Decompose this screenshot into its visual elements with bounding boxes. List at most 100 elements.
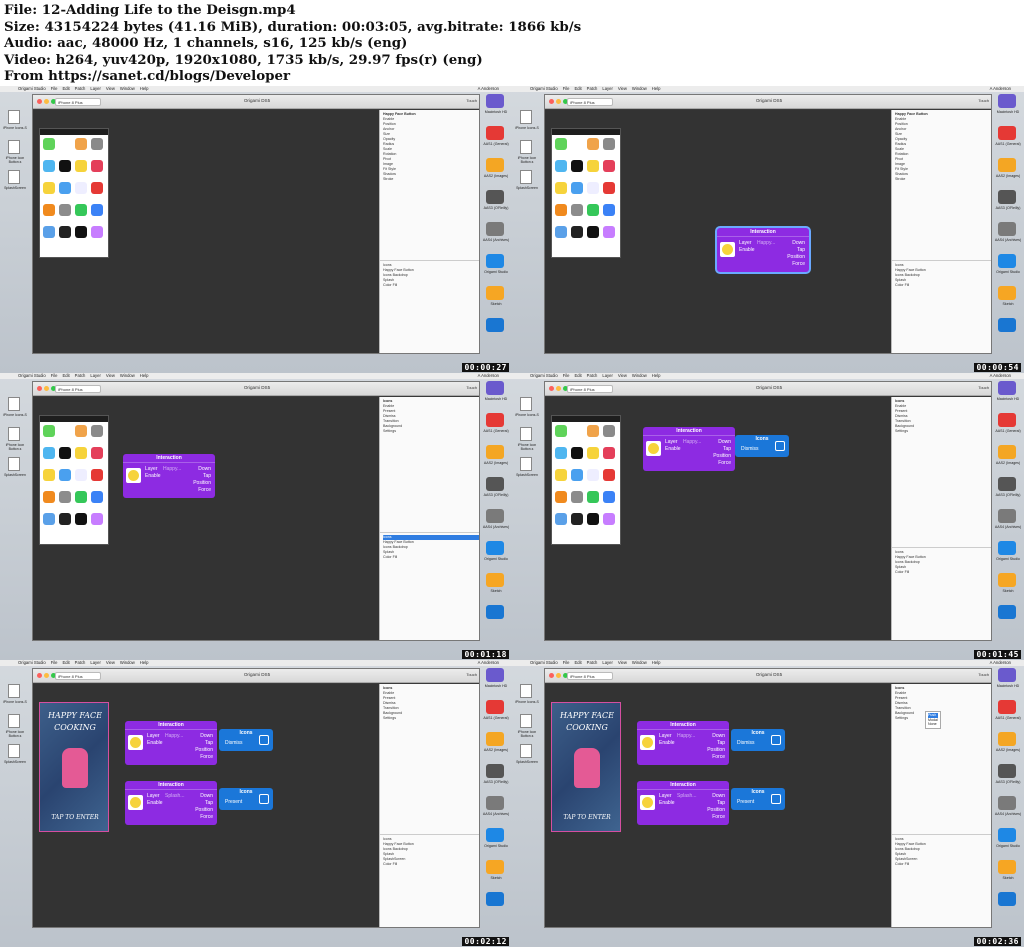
menu-item[interactable]: Layer	[90, 373, 100, 378]
layer-row[interactable]: Color Fill	[895, 570, 991, 575]
app-icon[interactable]	[59, 138, 71, 150]
menu-item[interactable]: Window	[120, 86, 135, 91]
app-icon[interactable]	[75, 469, 87, 481]
app-icon[interactable]	[75, 160, 87, 172]
dock-icon[interactable]	[998, 509, 1016, 523]
settings-section[interactable]: Settings	[383, 429, 478, 434]
menu-item[interactable]: Help	[652, 660, 661, 665]
patch-canvas[interactable]: Interaction Layer Happy... Enable Down Tap Pos…	[545, 397, 891, 640]
app-icon[interactable]	[59, 491, 71, 503]
app-icon[interactable]	[91, 160, 103, 172]
app-icon[interactable]	[43, 182, 55, 194]
menu-item[interactable]: Edit	[62, 86, 69, 91]
app-icon[interactable]	[555, 226, 567, 238]
app-icon[interactable]	[571, 138, 583, 150]
file-icon[interactable]	[8, 684, 20, 698]
dock-icon[interactable]	[486, 318, 504, 332]
dock-icon[interactable]	[998, 860, 1016, 874]
menu-item[interactable]: Help	[140, 373, 149, 378]
dock-icon[interactable]	[998, 573, 1016, 587]
patch-canvas[interactable]: Interaction Layer Happy... Enable Down Tap Pos…	[33, 397, 379, 640]
app-icon[interactable]	[571, 491, 583, 503]
menu-item[interactable]: File	[563, 660, 570, 665]
settings-section[interactable]: Settings	[895, 429, 990, 434]
app-icon[interactable]	[587, 182, 599, 194]
app-icon[interactable]	[571, 160, 583, 172]
dock-icon[interactable]	[486, 605, 504, 619]
app-icon[interactable]	[43, 425, 55, 437]
dock-icon[interactable]	[998, 668, 1016, 682]
layer-row[interactable]: Color Fill	[895, 862, 991, 867]
app-icon[interactable]	[43, 513, 55, 525]
app-icon[interactable]	[75, 226, 87, 238]
dock-icon[interactable]	[998, 254, 1016, 268]
app-icon[interactable]	[555, 160, 567, 172]
transition-menu[interactable]: Push Modal None	[925, 711, 941, 729]
dock-icon[interactable]	[998, 541, 1016, 555]
app-icon[interactable]	[59, 513, 71, 525]
dock-icon[interactable]	[998, 700, 1016, 714]
file-icon[interactable]	[8, 397, 20, 411]
app-icon[interactable]	[91, 513, 103, 525]
dock-icon[interactable]	[998, 318, 1016, 332]
menu-item[interactable]: Window	[632, 373, 647, 378]
menu-option[interactable]: None	[928, 722, 938, 727]
dock-icon[interactable]	[486, 445, 504, 459]
app-icon[interactable]	[59, 447, 71, 459]
menu-item[interactable]: Patch	[587, 86, 598, 91]
icons-patch[interactable]: Icons Present	[219, 788, 273, 810]
app-icon[interactable]	[555, 447, 567, 459]
app-menu[interactable]: Origami Studio	[18, 660, 46, 665]
menu-item[interactable]: Layer	[90, 86, 100, 91]
file-icon[interactable]	[8, 110, 20, 124]
app-icon[interactable]	[571, 513, 583, 525]
app-icon[interactable]	[571, 182, 583, 194]
dock-icon[interactable]	[486, 254, 504, 268]
dock-icon[interactable]	[998, 286, 1016, 300]
menu-item[interactable]: Edit	[574, 373, 581, 378]
app-icon[interactable]	[75, 138, 87, 150]
app-icon[interactable]	[75, 513, 87, 525]
device-preview[interactable]	[39, 415, 109, 545]
device-preview[interactable]	[551, 128, 621, 258]
app-icon[interactable]	[75, 425, 87, 437]
menu-item[interactable]: Window	[120, 373, 135, 378]
interaction-patch[interactable]: Interaction Layer Happy... Enable Down Tap Pos…	[717, 228, 809, 272]
dock-icon[interactable]	[486, 509, 504, 523]
app-icon[interactable]	[91, 226, 103, 238]
touch-toggle[interactable]: Touch	[466, 385, 477, 390]
app-icon[interactable]	[603, 226, 615, 238]
app-icon[interactable]	[587, 469, 599, 481]
menu-item[interactable]: Layer	[602, 86, 612, 91]
app-icon[interactable]	[603, 182, 615, 194]
dock-icon[interactable]	[486, 700, 504, 714]
dock-icon[interactable]	[486, 573, 504, 587]
app-icon[interactable]	[555, 138, 567, 150]
dock-icon[interactable]	[486, 828, 504, 842]
app-icon[interactable]	[91, 204, 103, 216]
stroke-section[interactable]: Stroke	[383, 177, 478, 182]
app-icon[interactable]	[43, 491, 55, 503]
dock-icon[interactable]	[998, 732, 1016, 746]
app-icon[interactable]	[571, 425, 583, 437]
dock-icon[interactable]	[998, 190, 1016, 204]
app-icon[interactable]	[91, 447, 103, 459]
app-icon[interactable]	[603, 447, 615, 459]
touch-toggle[interactable]: Touch	[466, 98, 477, 103]
dock-icon[interactable]	[486, 126, 504, 140]
dock-icon[interactable]	[486, 796, 504, 810]
file-icon[interactable]	[520, 684, 532, 698]
app-icon[interactable]	[91, 425, 103, 437]
dock-icon[interactable]	[998, 222, 1016, 236]
dock-icon[interactable]	[486, 892, 504, 906]
menu-item[interactable]: Patch	[75, 373, 86, 378]
menu-item[interactable]: Edit	[62, 373, 69, 378]
dock-icon[interactable]	[486, 413, 504, 427]
menu-item[interactable]: Edit	[574, 86, 581, 91]
file-icon[interactable]	[8, 744, 20, 758]
file-icon[interactable]	[8, 140, 20, 154]
app-icon[interactable]	[603, 491, 615, 503]
menu-item[interactable]: View	[106, 373, 115, 378]
menu-item[interactable]: View	[618, 660, 627, 665]
file-icon[interactable]	[520, 744, 532, 758]
